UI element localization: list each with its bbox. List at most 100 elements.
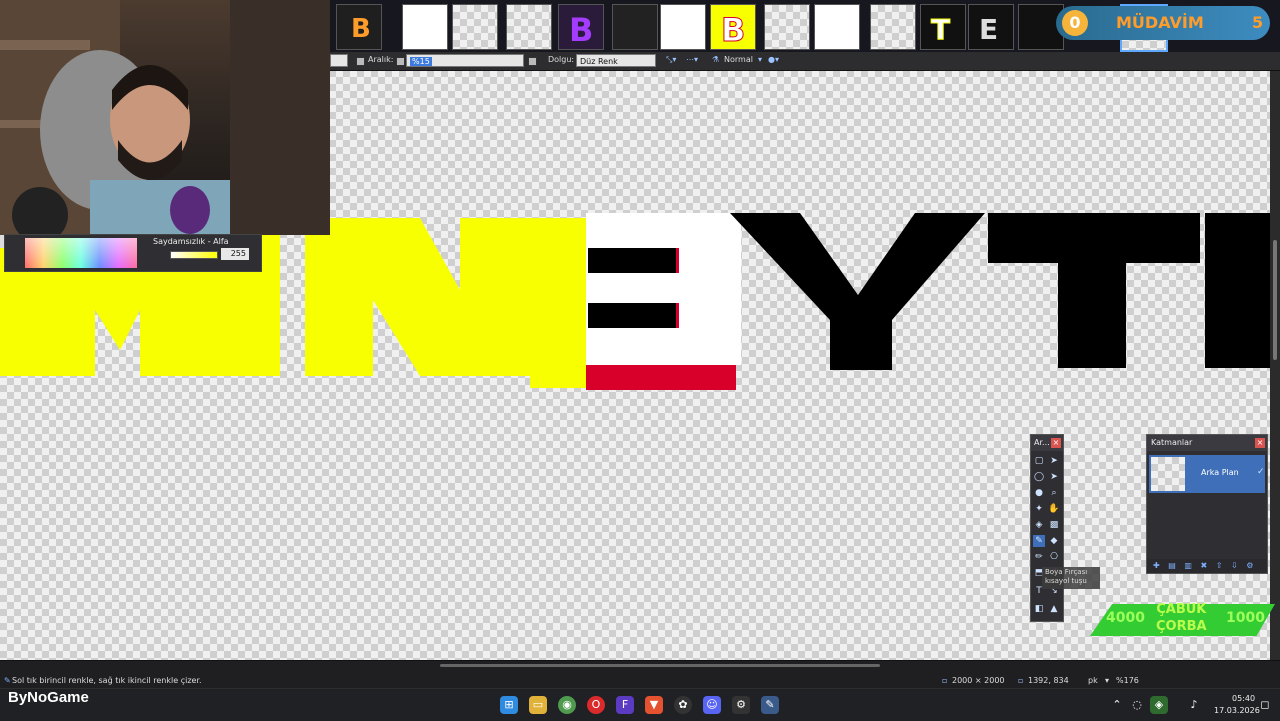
blend-mode-select[interactable]: Normal	[724, 55, 753, 64]
cursor-position: 1392, 834	[1028, 676, 1069, 685]
selection-icon[interactable]: ⋯▾	[686, 55, 698, 64]
windows-start-icon[interactable]: ⊞	[500, 696, 518, 714]
thumbnail-transparent-1[interactable]	[764, 4, 810, 50]
alpha-label: Saydamsızlık - Alfa	[153, 237, 229, 246]
brave-icon[interactable]: ▼	[645, 696, 663, 714]
tray-app-icon[interactable]: ◈	[1150, 696, 1168, 714]
move-selection-icon[interactable]: ➤	[1048, 455, 1060, 467]
e-icon: E	[979, 13, 998, 46]
letter-y	[730, 213, 985, 370]
unit-select[interactable]: pk	[1088, 676, 1098, 685]
clone-stamp-icon[interactable]: ⎔	[1048, 551, 1060, 563]
layers-close-icon[interactable]: ×	[1255, 438, 1265, 448]
layer-row[interactable]: Arka Plan ✓	[1149, 455, 1265, 493]
app-icon[interactable]: F	[616, 696, 634, 714]
ellipse-select-icon[interactable]: ●	[1033, 487, 1045, 499]
image-size-icon: ▫	[942, 676, 948, 685]
thumbnail-b-orange[interactable]: B	[336, 4, 382, 50]
color-swatch[interactable]	[330, 54, 348, 67]
spacing-toggle[interactable]	[396, 57, 405, 66]
clock-date[interactable]: 17.03.2026	[1214, 706, 1260, 715]
corba-title-line-2: ÇORBA	[1156, 619, 1207, 634]
thumbnail-dots[interactable]	[506, 4, 552, 50]
antialias-toggle[interactable]	[356, 57, 365, 66]
alpha-mode-icon[interactable]: ●▾	[768, 55, 779, 64]
volume-icon[interactable]: ♪	[1185, 696, 1203, 714]
layers-panel: Katmanlar × Arka Plan ✓ ✚ ▤ ▥ ✖ ⇧ ⇩ ⚙	[1146, 434, 1268, 574]
thumbnail-white-2[interactable]	[814, 4, 860, 50]
mudavim-number: 5	[1252, 13, 1264, 32]
color-panel: Saydamsızlık - Alfa 255	[4, 234, 262, 272]
letter-b	[586, 213, 741, 390]
blend-dropdown-icon[interactable]: ▾	[758, 55, 762, 64]
corba-right-value: 1000	[1226, 610, 1265, 626]
gradient-icon[interactable]: ▩	[1048, 519, 1060, 531]
spacing-value: %15	[410, 57, 432, 66]
thumbnail-transparent-2[interactable]	[870, 4, 916, 50]
blend-icon: ⚗	[712, 55, 720, 64]
chatgpt-icon[interactable]: ✿	[674, 696, 692, 714]
b-icon: B	[351, 14, 371, 44]
mudavim-count: 0	[1062, 10, 1088, 36]
thumbnail-b-yellow[interactable]: B	[710, 4, 756, 50]
thumbnail-l[interactable]	[660, 4, 706, 50]
thumbnail-t[interactable]: T	[920, 4, 966, 50]
lasso-icon[interactable]: ◯	[1033, 471, 1045, 483]
move-icon[interactable]: ➤	[1048, 471, 1060, 483]
paintbrush-icon[interactable]: ✎	[1033, 535, 1045, 547]
file-explorer-icon[interactable]: ▭	[529, 696, 547, 714]
color-spectrum[interactable]	[25, 238, 137, 268]
shapes-icon[interactable]: ◧	[1033, 603, 1045, 615]
settings-icon[interactable]: ⚙	[732, 696, 750, 714]
horizontal-scrollbar[interactable]	[440, 664, 880, 667]
svg-text:T: T	[931, 13, 950, 46]
paint-bucket-icon[interactable]: ◈	[1033, 519, 1045, 531]
layers-panel-title: Katmanlar	[1147, 435, 1267, 451]
rect-select-icon[interactable]: ▢	[1033, 455, 1045, 467]
fill-toggle[interactable]	[528, 57, 537, 66]
layer-visibility-checkbox-icon[interactable]: ✓	[1257, 467, 1265, 477]
mudavim-overlay: 0 MÜDAVİM 5	[1056, 6, 1270, 40]
alpha-slider[interactable]	[170, 251, 218, 259]
discord-icon[interactable]: ☺	[703, 696, 721, 714]
tray-chevron-icon[interactable]: ⌃	[1108, 696, 1126, 714]
tools-panel: Ar... × ▢ ➤ ◯ ➤ ● ⌕ ✦ ✋ ◈ ▩ ✎ ◆ ✏ ⎔ ⬒ ⁄ …	[1030, 434, 1064, 622]
zoom-dropdown-icon[interactable]: ▾	[1105, 676, 1109, 685]
zoom-level[interactable]: %176	[1116, 676, 1139, 685]
network-icon[interactable]: ◌	[1128, 696, 1146, 714]
magic-wand-icon[interactable]: ✦	[1033, 503, 1045, 515]
t-icon: T	[931, 13, 951, 47]
layer-actions-bar[interactable]: ✚ ▤ ▥ ✖ ⇧ ⇩ ⚙	[1147, 559, 1267, 573]
thumbnail-sketch[interactable]	[452, 4, 498, 50]
vertical-scrollbar[interactable]	[1270, 70, 1280, 660]
taskbar: ByNoGame ⊞ ▭ ◉ O F ▼ ✿ ☺ ⚙ ✎ ⌃ ◌ ◈ ♪ 05:…	[0, 688, 1280, 721]
fill-label: Dolgu:	[548, 55, 575, 64]
spacing-field[interactable]: %15	[406, 54, 524, 67]
paintdotnet-icon[interactable]: ✎	[761, 696, 779, 714]
clock-time[interactable]: 05:40	[1232, 694, 1255, 703]
b-icon: B	[721, 11, 746, 50]
opera-icon[interactable]: O	[587, 696, 605, 714]
zoom-icon[interactable]: ⌕	[1048, 487, 1060, 499]
scroll-thumb[interactable]	[1273, 240, 1277, 360]
eraser-icon[interactable]: ◆	[1048, 535, 1060, 547]
thumbnail-e[interactable]: E	[968, 4, 1014, 50]
tools-close-icon[interactable]: ×	[1051, 438, 1061, 448]
svg-text:B: B	[569, 11, 593, 49]
thumbnail-white[interactable]	[402, 4, 448, 50]
pan-icon[interactable]: ✋	[1048, 503, 1060, 515]
thumbnail-small-white[interactable]	[612, 4, 658, 50]
antialias-icon[interactable]: ⤡▾	[666, 55, 676, 65]
tool-tooltip: Boya Fırçası kısayol tuşu	[1042, 567, 1100, 589]
alpha-input[interactable]: 255	[221, 248, 249, 260]
pencil-icon[interactable]: ✏	[1033, 551, 1045, 563]
notifications-icon[interactable]: ◻	[1256, 696, 1274, 714]
fill-select[interactable]: Düz Renk	[576, 54, 656, 67]
triangle-shape-icon[interactable]: ▲	[1048, 603, 1060, 615]
letter-partial	[1205, 213, 1270, 368]
thumbnail-b-purple[interactable]: B	[558, 4, 604, 50]
tooltip-line-2: kısayol tuşu	[1045, 577, 1087, 585]
cursor-icon: ▫	[1018, 676, 1024, 685]
spacing-label: Aralık:	[368, 55, 394, 64]
chrome-icon[interactable]: ◉	[558, 696, 576, 714]
